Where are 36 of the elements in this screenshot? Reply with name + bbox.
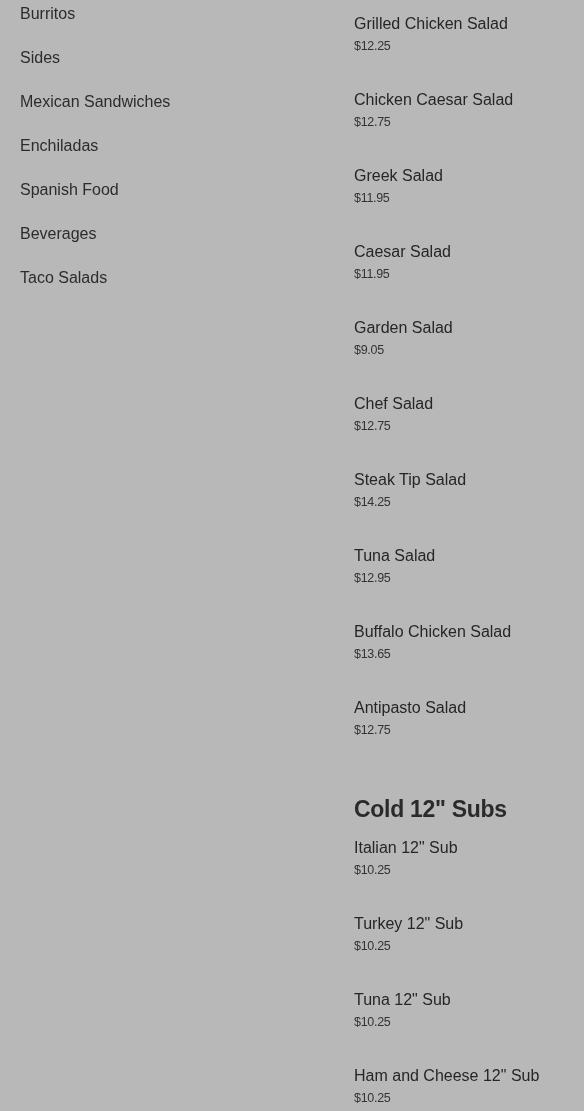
item-price: $12.95 — [354, 571, 391, 586]
category-link[interactable]: Taco Salads — [20, 268, 108, 288]
item-price: $11.95 — [354, 191, 390, 206]
item-price: $10.25 — [354, 863, 391, 878]
category-link[interactable]: Mexican Sandwiches — [20, 92, 171, 112]
category-link[interactable]: Sides — [20, 48, 61, 68]
item-name: Buffalo Chicken Salad — [354, 622, 512, 642]
category-link[interactable]: Enchiladas — [20, 136, 99, 156]
item-price: $14.25 — [354, 495, 391, 510]
item-price: $12.75 — [354, 723, 391, 738]
item-name: Antipasto Salad — [354, 698, 467, 718]
item-price: $9.05 — [354, 343, 384, 358]
item-price: $10.25 — [354, 1091, 391, 1106]
item-name: Turkey 12" Sub — [354, 914, 464, 934]
item-name: Tuna Salad — [354, 546, 436, 566]
item-price: $10.25 — [354, 1015, 391, 1030]
category-link[interactable]: Burritos — [20, 4, 76, 24]
item-name: Chicken Caesar Salad — [354, 90, 514, 110]
item-name: Grilled Chicken Salad — [354, 14, 508, 34]
item-price: $13.65 — [354, 647, 391, 662]
item-name: Greek Salad — [354, 166, 443, 186]
item-price: $11.95 — [354, 267, 390, 282]
item-price: $12.75 — [354, 419, 391, 434]
item-name: Garden Salad — [354, 318, 453, 338]
item-name: Italian 12" Sub — [354, 838, 458, 858]
item-name: Ham and Cheese 12" Sub — [354, 1066, 540, 1086]
item-name: Steak Tip Salad — [354, 470, 467, 490]
item-price: $12.25 — [354, 39, 391, 54]
item-name: Chef Salad — [354, 394, 434, 414]
category-link[interactable]: Spanish Food — [20, 180, 119, 200]
item-name: Tuna 12" Sub — [354, 990, 451, 1010]
item-price: $10.25 — [354, 939, 391, 954]
item-name: Caesar Salad — [354, 242, 451, 262]
category-link[interactable]: Beverages — [20, 224, 97, 244]
item-price: $12.75 — [354, 115, 391, 130]
section-heading: Cold 12" Subs — [354, 795, 507, 824]
